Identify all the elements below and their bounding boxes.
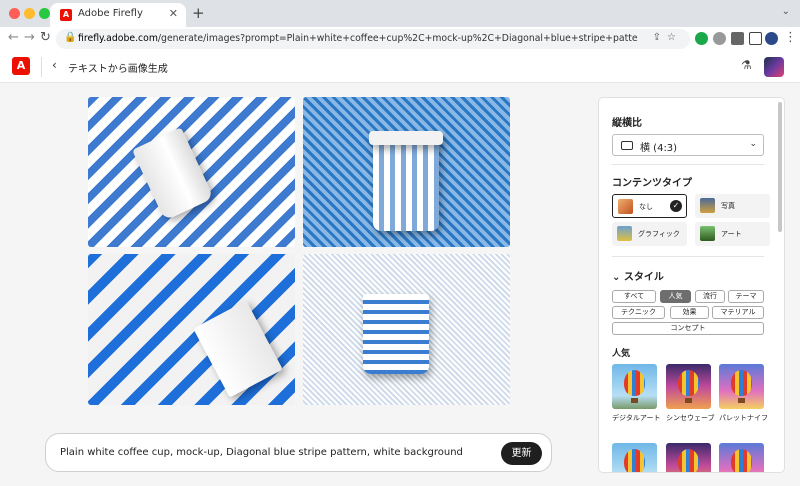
forward-arrow-icon[interactable]: → — [24, 30, 35, 45]
settings-panel: 縦横比 横 (4:3) ⌄ コンテンツタイプ なし ✓ 写真 グラフィック アー… — [598, 97, 785, 473]
style-thumb[interactable] — [612, 443, 657, 472]
content-type-heading: コンテンツタイプ — [612, 178, 692, 189]
style-chip-effects[interactable]: 効果 — [670, 306, 709, 319]
coffee-cup — [132, 127, 214, 221]
aspect-ratio-value: 横 (4:3) — [640, 143, 678, 154]
checkmark-icon: ✓ — [670, 200, 682, 212]
balloon-basket — [631, 398, 638, 403]
style-thumb[interactable] — [666, 443, 711, 472]
chevron-down-icon: ⌄ — [749, 139, 757, 149]
new-tab-icon[interactable]: + — [192, 4, 205, 22]
back-arrow-icon[interactable]: ← — [8, 30, 19, 45]
adobe-favicon-icon: A — [60, 9, 72, 21]
style-thumb[interactable] — [719, 443, 764, 472]
content-type-label: アート — [721, 230, 742, 238]
content-type-label: なし — [639, 203, 653, 211]
close-window-button[interactable] — [9, 8, 20, 19]
main-area: Plain white coffee cup, mock-up, Diagona… — [0, 83, 800, 486]
user-avatar[interactable] — [764, 57, 784, 77]
adobe-logo-icon[interactable]: A — [12, 57, 30, 75]
style-label: デジタルアート — [612, 414, 661, 422]
style-chip-theme[interactable]: テーマ — [728, 290, 764, 303]
hot-air-balloon-image — [624, 449, 645, 472]
style-label: パレットナイフ — [719, 414, 768, 422]
coffee-cup — [193, 300, 283, 398]
generated-image-4[interactable] — [303, 254, 510, 405]
extension-icon[interactable] — [713, 32, 726, 45]
maximize-window-button[interactable] — [39, 8, 50, 19]
labs-flask-icon[interactable]: ⚗ — [741, 58, 752, 72]
more-menu-icon[interactable]: ⋮ — [784, 30, 797, 45]
extension-evernote-icon[interactable] — [695, 32, 708, 45]
panel-scrollbar[interactable] — [778, 102, 782, 232]
landscape-icon — [621, 141, 633, 150]
hot-air-balloon-image — [731, 370, 752, 396]
style-chip-technique[interactable]: テクニック — [612, 306, 665, 319]
generate-button[interactable]: 更新 — [501, 442, 542, 465]
side-panel-icon[interactable] — [749, 32, 762, 45]
content-type-graphic[interactable]: グラフィック — [612, 222, 687, 246]
style-heading: スタイル — [623, 272, 664, 283]
balloon-basket — [685, 398, 692, 403]
breadcrumb[interactable]: テキストから画像生成 — [68, 60, 168, 75]
url-text: firefly.adobe.com/generate/images?prompt… — [78, 33, 638, 44]
style-thumb-palette-knife[interactable] — [719, 364, 764, 409]
minimize-window-button[interactable] — [24, 8, 35, 19]
generated-image-3[interactable] — [88, 254, 295, 405]
coffee-cup-lid — [369, 131, 443, 145]
generated-image-1[interactable] — [88, 97, 295, 247]
prompt-input[interactable]: Plain white coffee cup, mock-up, Diagona… — [45, 433, 552, 472]
style-chip-popular[interactable]: 人気 — [660, 290, 691, 303]
tab-search-chevron-icon[interactable]: ⌄ — [782, 6, 790, 17]
content-type-none[interactable]: なし ✓ — [612, 194, 687, 218]
chevron-down-icon: ⌄ — [612, 272, 624, 283]
content-type-photo[interactable]: 写真 — [695, 194, 770, 218]
prompt-text[interactable]: Plain white coffee cup, mock-up, Diagona… — [60, 447, 463, 458]
art-thumbnail — [700, 226, 715, 241]
coffee-cup — [363, 294, 429, 374]
profile-avatar[interactable] — [765, 32, 778, 45]
hot-air-balloon-image — [731, 449, 752, 472]
app-header: A ‹ テキストから画像生成 ⚗ — [0, 51, 800, 83]
puzzle-icon[interactable] — [731, 32, 744, 45]
coffee-cup — [373, 137, 439, 231]
style-chip-concept[interactable]: コンセプト — [612, 322, 764, 335]
style-section-toggle[interactable]: ⌄ スタイル — [612, 268, 664, 283]
tab-title: Adobe Firefly — [78, 8, 143, 19]
generated-image-2[interactable] — [303, 97, 510, 247]
none-thumbnail — [618, 199, 633, 214]
hot-air-balloon-image — [624, 370, 645, 396]
browser-tab-strip: A Adobe Firefly ✕ + ⌄ — [0, 0, 800, 27]
share-and-bookmark-icons[interactable]: ⇪☆ — [653, 32, 682, 43]
browser-tab[interactable]: A Adobe Firefly ✕ — [50, 3, 186, 27]
tab-close-icon[interactable]: ✕ — [169, 7, 178, 20]
lock-icon: 🔒 — [64, 32, 77, 43]
hot-air-balloon-image — [678, 370, 699, 396]
content-type-art[interactable]: アート — [695, 222, 770, 246]
hot-air-balloon-image — [678, 449, 699, 472]
style-thumb-digital-art[interactable] — [612, 364, 657, 409]
content-type-label: グラフィック — [638, 230, 680, 238]
balloon-basket — [738, 398, 745, 403]
aspect-ratio-select[interactable]: 横 (4:3) ⌄ — [612, 134, 764, 156]
style-label: シンセウェーブ — [666, 414, 715, 422]
style-chip-material[interactable]: マテリアル — [712, 306, 764, 319]
graphic-thumbnail — [617, 226, 632, 241]
popular-heading: 人気 — [612, 349, 631, 359]
divider — [612, 256, 764, 257]
header-divider — [41, 57, 42, 77]
browser-toolbar: ← → ↻ 🔒 firefly.adobe.com/generate/image… — [0, 27, 800, 51]
divider — [612, 164, 764, 165]
aspect-ratio-heading: 縦横比 — [612, 118, 642, 129]
style-chip-trending[interactable]: 流行 — [695, 290, 725, 303]
back-chevron-icon[interactable]: ‹ — [52, 58, 57, 72]
style-chip-all[interactable]: すべて — [612, 290, 656, 303]
reload-icon[interactable]: ↻ — [40, 30, 51, 45]
photo-thumbnail — [700, 198, 715, 213]
content-type-label: 写真 — [721, 202, 735, 210]
address-bar[interactable]: 🔒 firefly.adobe.com/generate/images?prom… — [56, 29, 690, 49]
style-thumb-synthwave[interactable] — [666, 364, 711, 409]
